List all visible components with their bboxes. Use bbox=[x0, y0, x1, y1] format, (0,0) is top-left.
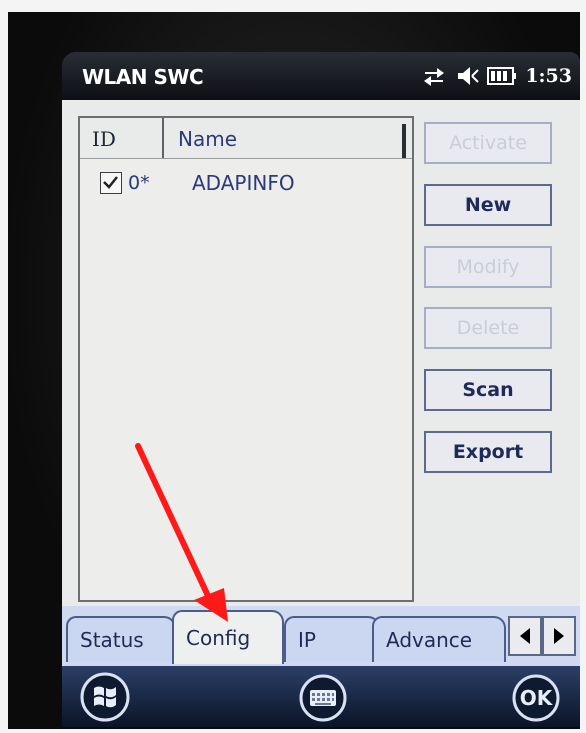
keyboard-button[interactable] bbox=[296, 674, 350, 722]
checkmark-icon bbox=[103, 176, 118, 189]
tab-scroll-left-button[interactable] bbox=[508, 616, 542, 656]
title-bar: WLAN SWC 1:53 bbox=[62, 52, 580, 100]
triangle-left-icon bbox=[520, 628, 530, 644]
photo-border-bottom bbox=[0, 729, 586, 733]
tab-status[interactable]: Status bbox=[66, 616, 176, 662]
photo-border-right bbox=[580, 0, 586, 733]
profile-checkbox[interactable] bbox=[100, 172, 122, 194]
system-tray: 1:53 bbox=[421, 62, 572, 90]
new-button[interactable]: New bbox=[424, 184, 552, 226]
photo-border-left bbox=[0, 0, 8, 733]
profile-id: 0* bbox=[128, 172, 150, 194]
activate-button[interactable]: Activate bbox=[424, 122, 552, 164]
clock[interactable]: 1:53 bbox=[525, 65, 572, 87]
softkey-bar: OK bbox=[62, 666, 580, 727]
connectivity-icon[interactable] bbox=[421, 63, 447, 89]
device-screen: WLAN SWC 1:53 ID Name 0* ADAPINFO Activa… bbox=[62, 52, 580, 727]
profile-list[interactable]: ID Name 0* ADAPINFO bbox=[78, 116, 414, 602]
column-resize-handle[interactable] bbox=[402, 124, 406, 158]
delete-button[interactable]: Delete bbox=[424, 307, 552, 349]
profile-name: ADAPINFO bbox=[192, 171, 295, 195]
tab-ip[interactable]: IP bbox=[284, 616, 380, 662]
tab-config[interactable]: Config bbox=[172, 610, 284, 664]
list-item[interactable]: 0* ADAPINFO bbox=[80, 166, 412, 202]
ok-button[interactable]: OK bbox=[510, 674, 562, 722]
column-header-name[interactable]: Name bbox=[164, 118, 408, 158]
scan-button[interactable]: Scan bbox=[424, 369, 552, 411]
client-area: ID Name 0* ADAPINFO Activate New Modify … bbox=[62, 100, 580, 606]
list-header: ID Name bbox=[80, 118, 412, 159]
tab-strip: Status IP Advance Config bbox=[62, 606, 580, 666]
start-icon bbox=[80, 672, 130, 722]
app-title: WLAN SWC bbox=[82, 65, 204, 89]
column-header-id[interactable]: ID bbox=[80, 118, 164, 158]
triangle-right-icon bbox=[554, 628, 564, 644]
modify-button[interactable]: Modify bbox=[424, 246, 552, 288]
keyboard-icon bbox=[299, 674, 347, 722]
photo-border-top bbox=[0, 0, 586, 12]
battery-icon[interactable] bbox=[487, 65, 517, 87]
tab-scroll-right-button[interactable] bbox=[542, 616, 576, 656]
tab-advanced[interactable]: Advance bbox=[372, 616, 506, 662]
ok-label: OK bbox=[519, 686, 553, 710]
start-button[interactable] bbox=[78, 672, 132, 722]
export-button[interactable]: Export bbox=[424, 431, 552, 473]
volume-icon[interactable] bbox=[455, 63, 480, 89]
